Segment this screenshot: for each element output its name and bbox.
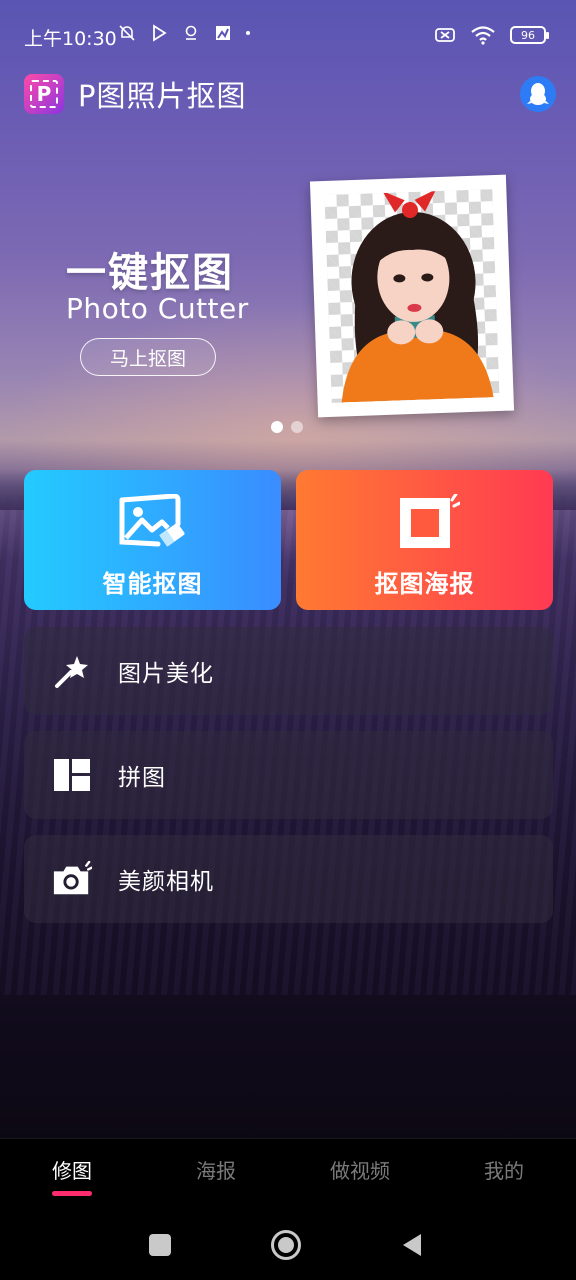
frame-sparkle-icon xyxy=(399,494,460,548)
banner-pagination xyxy=(271,421,303,433)
collage-row[interactable]: 拼图 xyxy=(24,731,553,819)
play-store-icon xyxy=(153,24,167,42)
magic-wand-icon xyxy=(52,651,92,691)
battery-icon: 96 xyxy=(510,26,549,44)
tab-edit[interactable]: 修图 xyxy=(12,1155,132,1184)
cutout-poster-card[interactable]: 抠图海报 xyxy=(296,470,553,610)
banner-dot[interactable] xyxy=(271,421,283,433)
qq-button[interactable] xyxy=(520,76,556,112)
bottom-nav: 修图 海报 做视频 我的 xyxy=(0,1138,576,1208)
smart-cutout-label: 智能抠图 xyxy=(102,570,203,598)
transparent-background xyxy=(324,189,500,403)
back-triangle-icon[interactable] xyxy=(396,1230,426,1260)
wifi-icon xyxy=(471,26,495,45)
beauty-camera-label: 美颜相机 xyxy=(118,869,214,895)
banner-title: 一键抠图 xyxy=(66,250,234,296)
status-bar: 上午10:30 96 xyxy=(0,0,576,72)
banner-subtitle: Photo Cutter xyxy=(66,292,249,325)
app-icon xyxy=(216,26,230,40)
collage-label: 拼图 xyxy=(118,765,166,791)
portrait-image xyxy=(341,189,494,403)
system-navigation-bar xyxy=(0,1208,576,1280)
smart-cutout-card[interactable]: 智能抠图 xyxy=(24,470,281,610)
recents-square-icon[interactable] xyxy=(145,1230,175,1260)
photo-beautify-row[interactable]: 图片美化 xyxy=(24,627,553,715)
notification-off-icon xyxy=(119,25,135,41)
app-title: P图照片抠图 xyxy=(78,79,247,113)
image-erase-icon xyxy=(119,494,184,547)
banner-cta-button[interactable]: 马上抠图 xyxy=(80,338,216,376)
cutout-poster-label: 抠图海报 xyxy=(374,570,475,598)
tab-poster[interactable]: 海报 xyxy=(156,1155,276,1184)
status-icons-right: 96 xyxy=(434,25,549,45)
app-logo: P xyxy=(24,74,64,114)
status-icons-left xyxy=(118,24,250,42)
collage-layout-icon xyxy=(52,755,92,795)
banner-photo[interactable] xyxy=(309,174,515,418)
camera-icon xyxy=(52,859,92,899)
home-circle-icon[interactable] xyxy=(271,1230,301,1260)
photo-beautify-label: 图片美化 xyxy=(118,661,214,687)
battery-level: 96 xyxy=(521,28,535,42)
qq-penguin-icon xyxy=(527,83,549,105)
banner-dot[interactable] xyxy=(291,421,303,433)
status-time: 上午10:30 xyxy=(24,28,117,50)
tab-mine[interactable]: 我的 xyxy=(444,1155,564,1184)
active-tab-indicator xyxy=(52,1191,92,1196)
tab-video[interactable]: 做视频 xyxy=(300,1155,420,1184)
app-header: P P图照片抠图 xyxy=(24,74,247,114)
location-icon xyxy=(185,25,197,40)
dot-icon xyxy=(246,31,250,35)
beauty-camera-row[interactable]: 美颜相机 xyxy=(24,835,553,923)
app-logo-letter: P xyxy=(30,80,58,108)
sim-off-icon xyxy=(435,28,455,42)
